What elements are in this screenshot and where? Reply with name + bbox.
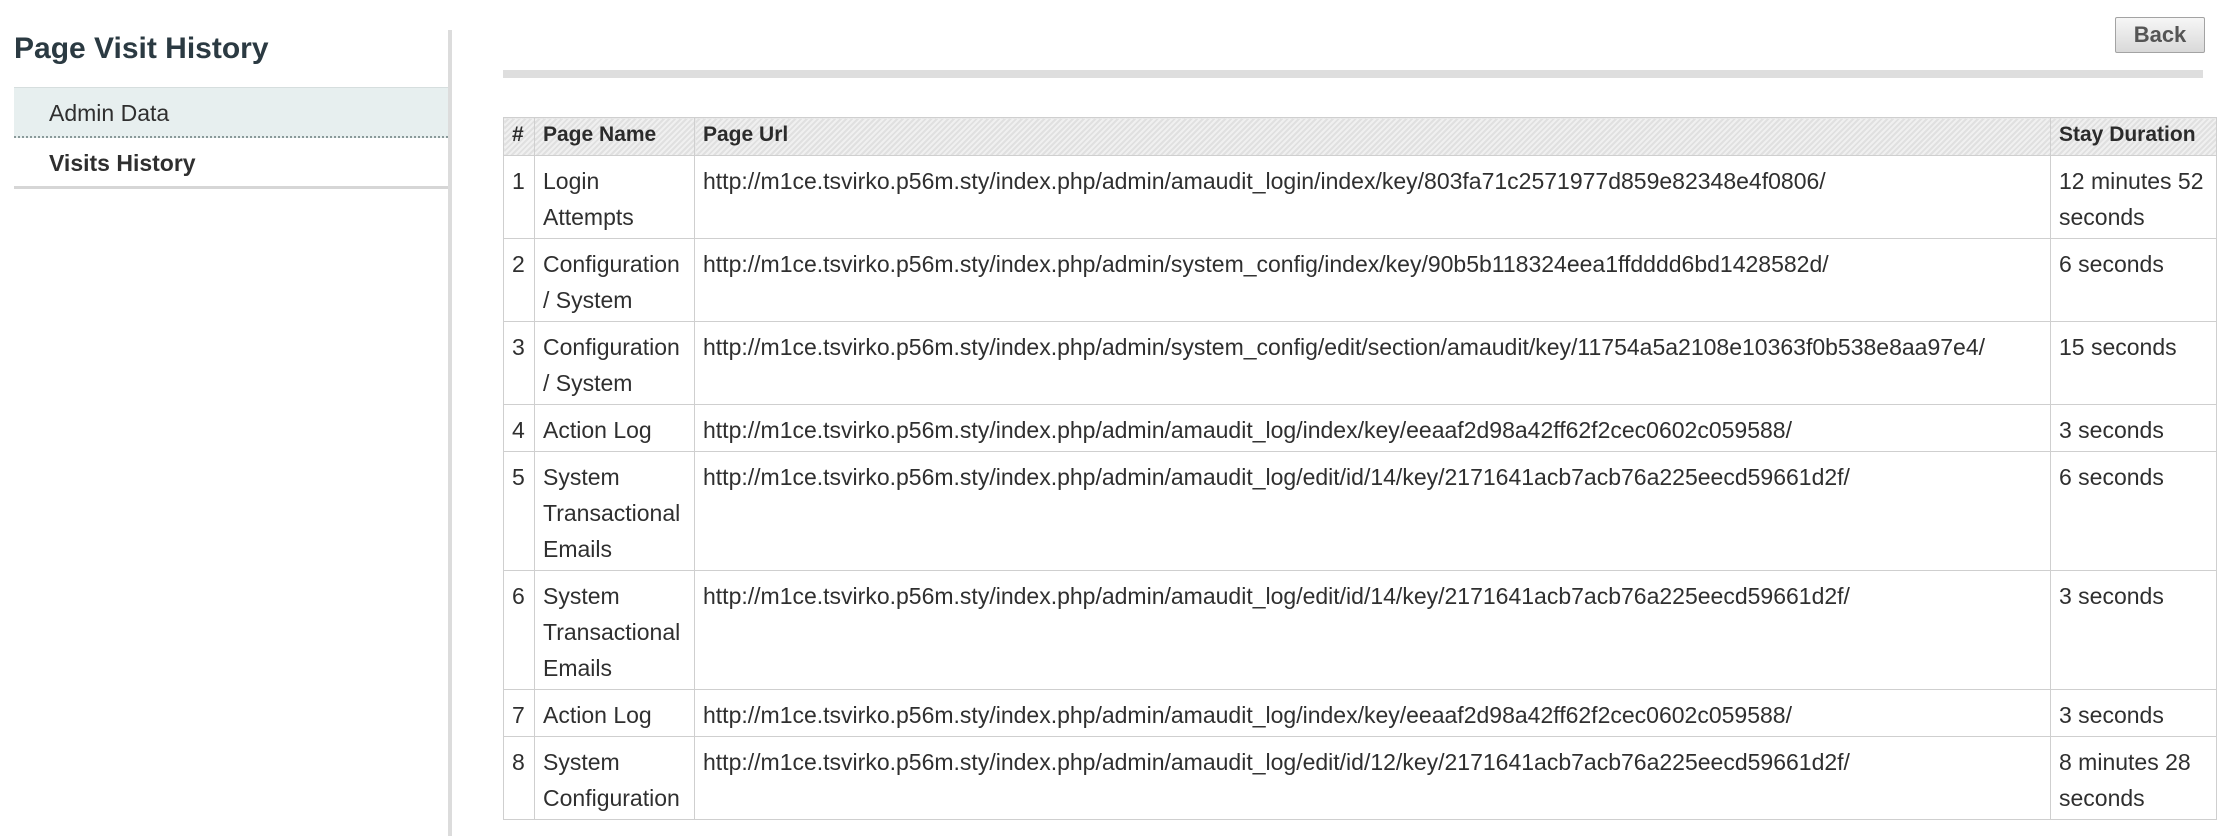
page-name-cell: System Transactional Emails [534,451,695,571]
row-number: 1 [503,155,535,239]
stay-duration-cell: 12 minutes 52 seconds [2050,155,2217,239]
page-url-cell: http://m1ce.tsvirko.p56m.sty/index.php/a… [694,736,2051,820]
main-content: Back # Page Name Page Url Stay Duration … [503,0,2224,836]
row-number: 6 [503,570,535,690]
stay-duration-cell: 6 seconds [2050,238,2217,322]
row-number: 2 [503,238,535,322]
page-name-cell: System Configuration [534,736,695,820]
table-row[interactable]: 8 System Configuration http://m1ce.tsvir… [503,736,2217,820]
table-row[interactable]: 1 Login Attempts http://m1ce.tsvirko.p56… [503,155,2217,239]
column-header-page-url[interactable]: Page Url [694,117,2051,156]
page-url-cell: http://m1ce.tsvirko.p56m.sty/index.php/a… [694,321,2051,405]
table-row[interactable]: 6 System Transactional Emails http://m1c… [503,570,2217,690]
row-number: 5 [503,451,535,571]
page-name-cell: Action Log [534,689,695,737]
stay-duration-cell: 3 seconds [2050,404,2217,452]
visit-history-table: # Page Name Page Url Stay Duration 1 Log… [503,117,2217,820]
page-url-cell: http://m1ce.tsvirko.p56m.sty/index.php/a… [694,155,2051,239]
row-number: 8 [503,736,535,820]
tab-admin-data[interactable]: Admin Data [14,87,452,138]
sidebar-divider [448,30,452,836]
page-url-cell: http://m1ce.tsvirko.p56m.sty/index.php/a… [694,689,2051,737]
stay-duration-cell: 15 seconds [2050,321,2217,405]
table-row[interactable]: 3 Configuration / System http://m1ce.tsv… [503,321,2217,405]
page-name-cell: Configuration / System [534,238,695,322]
row-number: 4 [503,404,535,452]
page-name-cell: Configuration / System [534,321,695,405]
row-number: 3 [503,321,535,405]
header-divider [503,70,2203,78]
table-row[interactable]: 5 System Transactional Emails http://m1c… [503,451,2217,571]
page-name-cell: System Transactional Emails [534,570,695,690]
page: Page Visit History Admin Data Visits His… [0,0,2224,836]
back-button[interactable]: Back [2115,17,2205,53]
column-header-page-name[interactable]: Page Name [534,117,695,156]
column-header-number[interactable]: # [503,117,535,156]
sidebar: Page Visit History Admin Data Visits His… [0,30,452,836]
column-header-stay-duration[interactable]: Stay Duration [2050,117,2217,156]
table-header-row: # Page Name Page Url Stay Duration [503,117,2217,156]
page-url-cell: http://m1ce.tsvirko.p56m.sty/index.php/a… [694,570,2051,690]
page-url-cell: http://m1ce.tsvirko.p56m.sty/index.php/a… [694,451,2051,571]
stay-duration-cell: 3 seconds [2050,689,2217,737]
table-row[interactable]: 4 Action Log http://m1ce.tsvirko.p56m.st… [503,404,2217,452]
tab-visits-history[interactable]: Visits History [14,138,452,189]
table-row[interactable]: 2 Configuration / System http://m1ce.tsv… [503,238,2217,322]
stay-duration-cell: 6 seconds [2050,451,2217,571]
stay-duration-cell: 3 seconds [2050,570,2217,690]
sidebar-title: Page Visit History [14,32,269,65]
page-url-cell: http://m1ce.tsvirko.p56m.sty/index.php/a… [694,404,2051,452]
stay-duration-cell: 8 minutes 28 seconds [2050,736,2217,820]
page-name-cell: Action Log [534,404,695,452]
sidebar-tabs: Admin Data Visits History [14,87,452,189]
row-number: 7 [503,689,535,737]
table-row[interactable]: 7 Action Log http://m1ce.tsvirko.p56m.st… [503,689,2217,737]
page-url-cell: http://m1ce.tsvirko.p56m.sty/index.php/a… [694,238,2051,322]
page-name-cell: Login Attempts [534,155,695,239]
